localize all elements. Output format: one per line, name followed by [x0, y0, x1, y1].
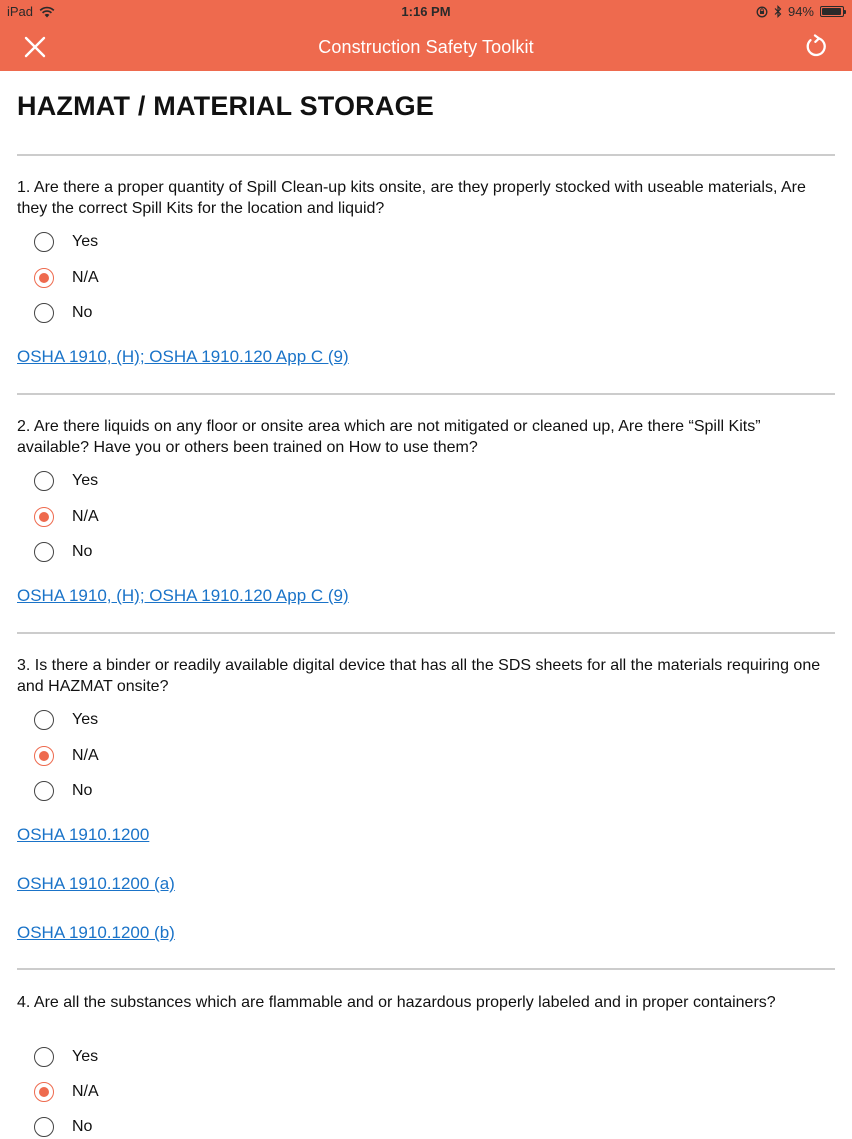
radio-unchecked-icon[interactable] — [34, 781, 54, 801]
q2-reference-link[interactable]: OSHA 1910, (H); OSHA 1910.120 App C (9) — [17, 586, 349, 606]
option-label: Yes — [72, 1048, 99, 1065]
bluetooth-icon — [774, 5, 782, 18]
radio-checked-icon[interactable] — [34, 268, 54, 288]
q2-option-na[interactable]: N/A — [34, 505, 99, 529]
status-right: 94% — [756, 4, 846, 19]
battery-percent: 94% — [787, 4, 814, 19]
radio-unchecked-icon[interactable] — [34, 1047, 54, 1067]
question-3-text: 3. Is there a binder or readily availabl… — [17, 657, 821, 695]
radio-unchecked-icon[interactable] — [34, 542, 54, 562]
option-label: Yes — [72, 233, 99, 250]
q1-option-no[interactable]: No — [34, 301, 92, 325]
q3-option-no[interactable]: No — [34, 779, 92, 803]
battery-icon — [820, 6, 846, 17]
radio-unchecked-icon[interactable] — [34, 1117, 54, 1137]
q1-reference-link[interactable]: OSHA 1910, (H); OSHA 1910.120 App C (9) — [17, 347, 349, 367]
q2-option-yes[interactable]: Yes — [34, 469, 98, 493]
nav-bar: Construction Safety Toolkit — [0, 24, 852, 71]
q3-option-yes[interactable]: Yes — [34, 708, 98, 732]
page-title: HAZMAT / MATERIAL STORAGE — [17, 91, 434, 121]
section-divider — [17, 154, 835, 156]
q1-option-na[interactable]: N/A — [34, 266, 99, 290]
option-label: Yes — [72, 472, 99, 489]
section-divider — [17, 632, 835, 634]
refresh-icon[interactable] — [804, 34, 828, 58]
q3-reference-link-3[interactable]: OSHA 1910.1200 (b) — [17, 923, 175, 943]
q4-option-na[interactable]: N/A — [34, 1080, 99, 1104]
option-label: N/A — [72, 508, 99, 525]
q4-option-yes[interactable]: Yes — [34, 1045, 98, 1069]
radio-unchecked-icon[interactable] — [34, 471, 54, 491]
radio-checked-icon[interactable] — [34, 1082, 54, 1102]
q3-reference-link-1[interactable]: OSHA 1910.1200 — [17, 825, 149, 845]
status-bar: iPad 1:16 PM 94% — [0, 0, 852, 24]
option-label: No — [72, 304, 93, 321]
q4-option-no[interactable]: No — [34, 1115, 92, 1139]
option-label: N/A — [72, 1083, 99, 1100]
option-label: N/A — [72, 747, 99, 764]
option-label: N/A — [72, 269, 99, 286]
radio-checked-icon[interactable] — [34, 507, 54, 527]
nav-title: Construction Safety Toolkit — [318, 37, 534, 57]
radio-unchecked-icon[interactable] — [34, 232, 54, 252]
q3-reference-link-2[interactable]: OSHA 1910.1200 (a) — [17, 874, 175, 894]
q1-option-yes[interactable]: Yes — [34, 230, 98, 254]
q2-option-no[interactable]: No — [34, 540, 92, 564]
top-bar: iPad 1:16 PM 94% Construction Safety Too… — [0, 0, 852, 71]
question-2-text: 2. Are there liquids on any floor or ons… — [17, 418, 761, 456]
option-label: Yes — [72, 711, 99, 728]
option-label: No — [72, 782, 93, 799]
option-label: No — [72, 543, 93, 560]
question-4-text: 4. Are all the substances which are flam… — [17, 994, 776, 1011]
section-divider — [17, 393, 835, 395]
status-time: 1:16 PM — [401, 4, 451, 19]
radio-unchecked-icon[interactable] — [34, 303, 54, 323]
q3-option-na[interactable]: N/A — [34, 744, 99, 768]
option-label: No — [72, 1118, 93, 1135]
question-1-text: 1. Are there a proper quantity of Spill … — [17, 179, 806, 217]
section-divider — [17, 968, 835, 970]
radio-unchecked-icon[interactable] — [34, 710, 54, 730]
orientation-lock-icon — [756, 6, 768, 17]
radio-checked-icon[interactable] — [34, 746, 54, 766]
